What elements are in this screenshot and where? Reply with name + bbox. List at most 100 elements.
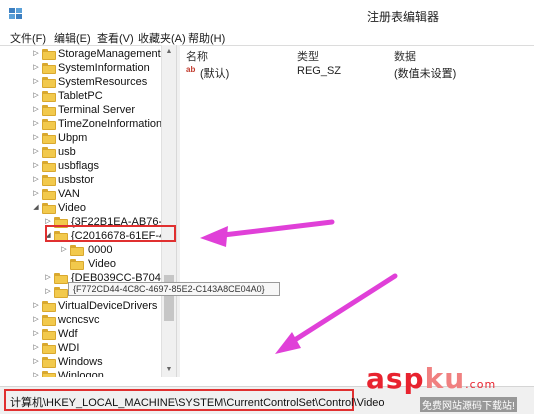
column-header-name[interactable]: 名称	[186, 48, 208, 64]
expand-arrow-icon[interactable]: ▷	[32, 89, 40, 103]
expand-arrow-icon[interactable]: ▷	[32, 327, 40, 341]
expand-arrow-icon[interactable]: ▷	[44, 271, 52, 285]
key-tree[interactable]: ▷ StorageManagement ▷ SystemInformation …	[0, 45, 176, 377]
expand-arrow-icon[interactable]: ▷	[32, 145, 40, 159]
tree-item[interactable]: Video	[0, 257, 160, 271]
tree-item[interactable]: ▷ Windows	[0, 355, 160, 369]
menu-view[interactable]: 查看(V)	[97, 30, 134, 46]
folder-icon	[42, 49, 56, 60]
value-type: REG_SZ	[297, 65, 342, 77]
folder-icon	[42, 105, 56, 116]
folder-icon	[70, 245, 84, 256]
tree-item-label: SystemResources	[58, 76, 148, 88]
folder-icon	[42, 371, 56, 377]
expand-arrow-icon[interactable]: ▷	[32, 159, 40, 173]
folder-icon	[42, 175, 56, 186]
tree-item[interactable]: ▷ usbflags	[0, 159, 160, 173]
tree-item-label: WDI	[58, 342, 80, 354]
column-header-type[interactable]: 类型	[297, 48, 319, 64]
string-value-icon: ab	[186, 65, 196, 74]
collapse-arrow-icon[interactable]: ◢	[32, 201, 40, 215]
scroll-up-arrow-icon[interactable]: ▲	[162, 45, 176, 59]
tree-item[interactable]: ▷ 0000	[0, 243, 160, 257]
tree-item[interactable]: ▷ Wdf	[0, 327, 160, 341]
tree-item-label: Ubpm	[58, 132, 88, 144]
expand-arrow-icon[interactable]: ▷	[32, 341, 40, 355]
expand-arrow-icon[interactable]: ▷	[32, 117, 40, 131]
menu-favorites[interactable]: 收藏夹(A)	[138, 30, 186, 46]
tree-item-label: SystemInformation	[58, 62, 150, 74]
watermark-brand: aspku.com	[366, 362, 497, 395]
tree-item[interactable]: ▷ WDI	[0, 341, 160, 355]
registry-path: 计算机\HKEY_LOCAL_MACHINE\SYSTEM\CurrentCon…	[10, 397, 385, 409]
expand-arrow-icon[interactable]: ▷	[32, 299, 40, 313]
tree-item[interactable]: ▷ SystemInformation	[0, 61, 160, 75]
values-list[interactable]: 名称 类型 数据 ab (默认) REG_SZ (数值未设置)	[180, 45, 534, 377]
expand-arrow-icon[interactable]: ▷	[32, 313, 40, 327]
folder-icon	[42, 147, 56, 158]
table-row[interactable]: ab (默认) REG_SZ (数值未设置)	[180, 63, 534, 80]
folder-icon	[42, 119, 56, 130]
value-name: (默认)	[200, 68, 230, 80]
watermark-logo: aspku.com 免费网站源码下载站!	[360, 360, 534, 414]
key-name-tooltip: {F772CD44-4C8C-4697-85E2-C143A8CE04A0}	[68, 282, 280, 296]
expand-arrow-icon[interactable]: ▷	[32, 47, 40, 61]
folder-icon	[42, 301, 56, 312]
tree-item[interactable]: ▷ wcncsvc	[0, 313, 160, 327]
tree-item-label: VirtualDeviceDrivers	[58, 300, 158, 312]
folder-icon	[42, 63, 56, 74]
scroll-down-arrow-icon[interactable]: ▼	[162, 363, 176, 377]
tree-item-label: usbflags	[58, 160, 99, 172]
folder-icon	[42, 189, 56, 200]
annotation-highlight-box	[45, 225, 176, 242]
menu-help[interactable]: 帮助(H)	[188, 30, 225, 46]
expand-arrow-icon[interactable]: ▷	[32, 61, 40, 75]
menu-edit[interactable]: 编辑(E)	[54, 30, 91, 46]
tree-item-label: usbstor	[58, 174, 95, 186]
tree-item[interactable]: ▷ StorageManagement	[0, 47, 161, 61]
tree-item-label: TabletPC	[58, 90, 103, 102]
expand-arrow-icon[interactable]: ▷	[32, 369, 40, 377]
tree-item[interactable]: ▷ Winlogon	[0, 369, 160, 377]
tree-item-video[interactable]: ◢ Video	[0, 201, 160, 215]
tree-item[interactable]: ▷ VirtualDeviceDrivers	[0, 299, 160, 313]
tree-item[interactable]: ▷ SystemResources	[0, 75, 160, 89]
tree-item-label: Winlogon	[58, 370, 104, 377]
expand-arrow-icon[interactable]: ▷	[32, 131, 40, 145]
expand-arrow-icon[interactable]: ▷	[32, 355, 40, 369]
tree-item-label: VAN	[58, 188, 80, 200]
folder-icon	[54, 287, 68, 298]
tree-item-label: TimeZoneInformation	[58, 118, 163, 130]
tree-item[interactable]: ▷ TabletPC	[0, 89, 160, 103]
tree-item-label: 0000	[88, 244, 113, 256]
expand-arrow-icon[interactable]: ▷	[32, 173, 40, 187]
expand-arrow-icon[interactable]: ▷	[32, 75, 40, 89]
menu-file[interactable]: 文件(F)	[10, 30, 46, 46]
folder-icon	[42, 161, 56, 172]
window-title: 注册表编辑器	[367, 10, 440, 24]
expand-arrow-icon[interactable]: ▷	[32, 187, 40, 201]
tree-item[interactable]: ▷ usb	[0, 145, 160, 159]
menu-bar: 文件(F) 编辑(E) 查看(V) 收藏夹(A) 帮助(H)	[0, 28, 534, 45]
tree-scrollbar[interactable]: ▲ ▼	[161, 45, 176, 377]
value-data: (数值未设置)	[394, 68, 457, 80]
tree-item[interactable]: ▷ TimeZoneInformation	[0, 117, 163, 131]
expand-arrow-icon[interactable]: ▷	[60, 243, 68, 257]
expand-arrow-icon[interactable]: ▷	[44, 285, 52, 299]
tree-item[interactable]: ▷ usbstor	[0, 173, 160, 187]
folder-icon	[70, 259, 84, 270]
tree-item-label: wcncsvc	[58, 314, 100, 326]
folder-icon	[42, 357, 56, 368]
tree-item[interactable]: ▷ VAN	[0, 187, 160, 201]
tree-item-label: Wdf	[58, 328, 78, 340]
expand-arrow-icon[interactable]: ▷	[32, 103, 40, 117]
title-bar: 注册表编辑器	[0, 0, 534, 28]
tree-item[interactable]: ▷ Terminal Server	[0, 103, 160, 117]
watermark-tagline: 免费网站源码下载站!	[420, 397, 517, 412]
folder-icon	[42, 315, 56, 326]
column-header-data[interactable]: 数据	[394, 48, 416, 64]
tree-item-label: usb	[58, 146, 76, 158]
folder-icon	[42, 329, 56, 340]
regedit-icon	[9, 8, 22, 19]
tree-item[interactable]: ▷ Ubpm	[0, 131, 160, 145]
